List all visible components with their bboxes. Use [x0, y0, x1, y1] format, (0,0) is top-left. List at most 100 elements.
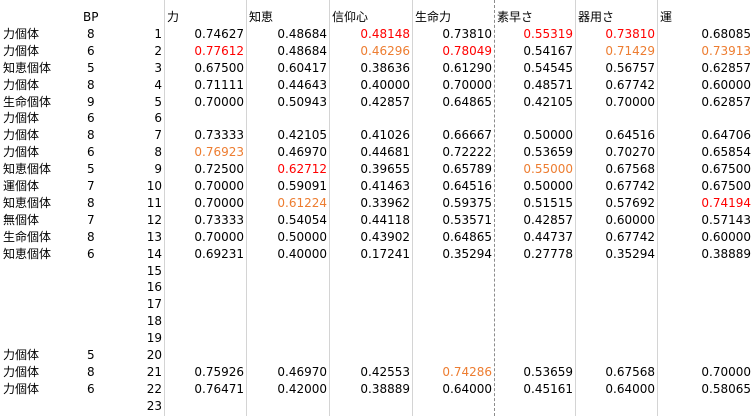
cell-value[interactable]: 0.70000 — [412, 77, 494, 94]
cell-value[interactable]: 0.62712 — [246, 161, 329, 178]
cell-bp[interactable]: 8 — [80, 364, 104, 381]
cell-value[interactable]: 0.38889 — [657, 246, 753, 263]
cell-value[interactable]: 0.40000 — [329, 77, 412, 94]
cell-value[interactable] — [329, 279, 412, 296]
cell-index[interactable]: 8 — [104, 144, 164, 161]
cell-index[interactable]: 2 — [104, 43, 164, 60]
cell-bp[interactable]: 8 — [80, 229, 104, 246]
cell-value[interactable]: 0.71429 — [575, 43, 657, 60]
cell-value[interactable] — [329, 110, 412, 127]
cell-index[interactable]: 5 — [104, 94, 164, 111]
cell-value[interactable]: 0.42105 — [494, 94, 575, 111]
cell-type[interactable]: 力個体 — [0, 43, 80, 60]
cell-value[interactable]: 0.60000 — [657, 229, 753, 246]
cell-value[interactable] — [657, 279, 753, 296]
cell-value[interactable]: 0.64706 — [657, 127, 753, 144]
cell-value[interactable]: 0.64516 — [575, 127, 657, 144]
cell-value[interactable]: 0.67742 — [575, 229, 657, 246]
cell-value[interactable]: 0.73810 — [575, 26, 657, 43]
cell-value[interactable] — [329, 398, 412, 415]
cell-value[interactable] — [657, 296, 753, 313]
cell-value[interactable]: 0.55319 — [494, 26, 575, 43]
cell-value[interactable]: 0.48684 — [246, 26, 329, 43]
cell-value[interactable] — [246, 330, 329, 347]
cell-type[interactable]: 力個体 — [0, 127, 80, 144]
cell-value[interactable]: 0.57143 — [657, 212, 753, 229]
cell-value[interactable]: 0.70000 — [164, 195, 246, 212]
cell-value[interactable]: 0.42857 — [329, 94, 412, 111]
cell-index[interactable]: 3 — [104, 60, 164, 77]
cell-value[interactable] — [246, 313, 329, 330]
cell-value[interactable] — [575, 296, 657, 313]
cell-type[interactable] — [0, 279, 80, 296]
cell-value[interactable] — [494, 110, 575, 127]
cell-bp[interactable]: 8 — [80, 127, 104, 144]
cell-value[interactable] — [657, 330, 753, 347]
cell-bp[interactable]: 9 — [80, 94, 104, 111]
cell-value[interactable] — [246, 279, 329, 296]
cell-value[interactable]: 0.38889 — [329, 381, 412, 398]
cell-bp[interactable]: 5 — [80, 60, 104, 77]
cell-type[interactable]: 力個体 — [0, 144, 80, 161]
cell-bp[interactable]: 6 — [80, 110, 104, 127]
cell-value[interactable]: 0.50000 — [246, 229, 329, 246]
cell-value[interactable]: 0.17241 — [329, 246, 412, 263]
cell-value[interactable] — [329, 347, 412, 364]
cell-bp[interactable] — [80, 263, 104, 280]
cell-value[interactable]: 0.50000 — [494, 127, 575, 144]
cell-value[interactable]: 0.57692 — [575, 195, 657, 212]
cell-type[interactable]: 無個体 — [0, 212, 80, 229]
cell-value[interactable]: 0.39655 — [329, 161, 412, 178]
cell-index[interactable]: 20 — [104, 347, 164, 364]
cell-value[interactable]: 0.60000 — [575, 212, 657, 229]
cell-type[interactable]: 運個体 — [0, 178, 80, 195]
cell-value[interactable] — [412, 347, 494, 364]
cell-value[interactable] — [164, 347, 246, 364]
cell-value[interactable]: 0.76471 — [164, 381, 246, 398]
cell-value[interactable] — [164, 279, 246, 296]
cell-value[interactable] — [329, 296, 412, 313]
cell-value[interactable]: 0.48684 — [246, 43, 329, 60]
cell-value[interactable] — [412, 296, 494, 313]
cell-value[interactable]: 0.73333 — [164, 212, 246, 229]
cell-value[interactable] — [657, 110, 753, 127]
cell-value[interactable]: 0.41026 — [329, 127, 412, 144]
cell-type[interactable]: 力個体 — [0, 77, 80, 94]
cell-value[interactable]: 0.67500 — [164, 60, 246, 77]
cell-type[interactable]: 知恵個体 — [0, 60, 80, 77]
cell-value[interactable]: 0.42000 — [246, 381, 329, 398]
cell-value[interactable] — [575, 313, 657, 330]
cell-value[interactable]: 0.70000 — [164, 94, 246, 111]
cell-value[interactable]: 0.42857 — [494, 212, 575, 229]
cell-value[interactable] — [412, 398, 494, 415]
cell-value[interactable]: 0.56757 — [575, 60, 657, 77]
cell-index[interactable]: 21 — [104, 364, 164, 381]
cell-value[interactable]: 0.67500 — [657, 161, 753, 178]
cell-type[interactable]: 力個体 — [0, 347, 80, 364]
cell-value[interactable]: 0.64000 — [575, 381, 657, 398]
cell-value[interactable] — [164, 330, 246, 347]
cell-value[interactable] — [164, 296, 246, 313]
cell-value[interactable]: 0.65789 — [412, 161, 494, 178]
cell-type[interactable]: 生命個体 — [0, 229, 80, 246]
cell-value[interactable]: 0.46296 — [329, 43, 412, 60]
cell-value[interactable]: 0.77612 — [164, 43, 246, 60]
cell-value[interactable]: 0.43902 — [329, 229, 412, 246]
cell-value[interactable]: 0.60417 — [246, 60, 329, 77]
cell-value[interactable]: 0.44737 — [494, 229, 575, 246]
cell-type[interactable] — [0, 263, 80, 280]
cell-type[interactable]: 知恵個体 — [0, 161, 80, 178]
cell-bp[interactable]: 8 — [80, 26, 104, 43]
cell-value[interactable]: 0.53571 — [412, 212, 494, 229]
cell-value[interactable]: 0.46970 — [246, 144, 329, 161]
cell-index[interactable]: 4 — [104, 77, 164, 94]
cell-value[interactable] — [494, 347, 575, 364]
cell-value[interactable] — [164, 110, 246, 127]
cell-index[interactable]: 6 — [104, 110, 164, 127]
cell-value[interactable]: 0.54167 — [494, 43, 575, 60]
cell-value[interactable] — [657, 398, 753, 415]
cell-value[interactable]: 0.53659 — [494, 144, 575, 161]
cell-value[interactable]: 0.42105 — [246, 127, 329, 144]
cell-value[interactable]: 0.61290 — [412, 60, 494, 77]
cell-value[interactable] — [657, 347, 753, 364]
